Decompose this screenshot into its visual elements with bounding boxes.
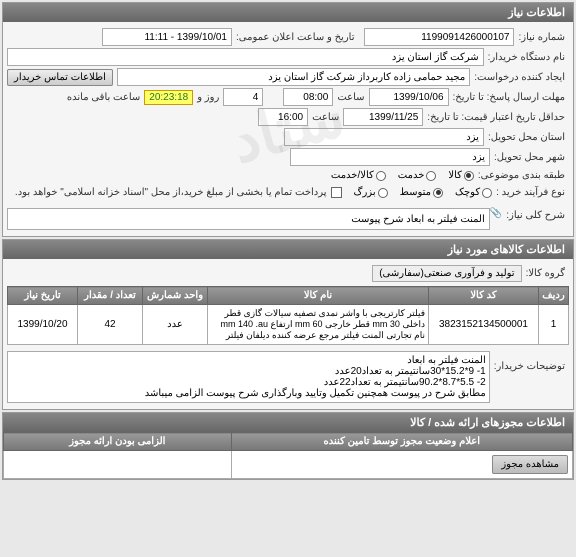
col-qty: تعداد / مقدار: [78, 287, 143, 305]
treasury-checkbox[interactable]: [331, 187, 342, 198]
cell-unit: عدد: [143, 305, 208, 345]
time-label-1: ساعت: [333, 90, 368, 105]
docs-header-row: اعلام وضعیت مجوز توسط تامین کننده الزامی…: [4, 433, 573, 451]
col-name: نام کالا: [208, 287, 429, 305]
delivery-province: یزد: [284, 128, 484, 146]
budget-radio-group: کالا خدمت کالا/خدمت: [331, 170, 474, 181]
remaining-label: ساعت باقی مانده: [63, 90, 144, 105]
price-time: 16:00: [258, 108, 308, 126]
budget-service-radio[interactable]: خدمت: [398, 170, 437, 181]
announce-label: تاریخ و ساعت اعلان عمومی:: [232, 30, 359, 45]
radio-icon: [426, 171, 436, 181]
col-code: کد کالا: [429, 287, 539, 305]
time-label-2: ساعت: [308, 110, 343, 125]
need-no-label: شماره نیاز:: [514, 30, 569, 45]
cell-code: 3823152134500001: [429, 305, 539, 345]
purchase-type-label: نوع فرآیند خرید :: [492, 185, 569, 200]
purchase-large-radio[interactable]: بزرگ: [354, 187, 388, 198]
price-deadline-label: حداقل تاریخ اعتبار قیمت: تا تاریخ:: [423, 110, 569, 125]
need-no-value: 1199091426000107: [364, 28, 514, 46]
reply-deadline-label: مهلت ارسال پاسخ: تا تاریخ:: [449, 90, 569, 105]
delivery-city-label: شهر محل تحویل:: [490, 150, 569, 165]
cell-date: 1399/10/20: [8, 305, 78, 345]
docs-row: مشاهده مجوز: [4, 451, 573, 479]
purchase-radio-group: کوچک متوسط بزرگ: [354, 187, 493, 198]
contact-buyer-button[interactable]: اطلاعات تماس خریدار: [7, 69, 113, 86]
view-license-button[interactable]: مشاهده مجوز: [492, 455, 568, 474]
announce-value: 1399/10/01 - 11:11: [102, 28, 232, 46]
price-date: 1399/11/25: [343, 108, 423, 126]
col-idx: ردیف: [539, 287, 569, 305]
cell-qty: 42: [78, 305, 143, 345]
reply-time: 08:00: [283, 88, 333, 106]
group-label: گروه کالا:: [522, 266, 569, 281]
docs-panel-body: اعلام وضعیت مجوز توسط تامین کننده الزامی…: [3, 432, 573, 479]
radio-label: کالا/خدمت: [331, 170, 374, 181]
radio-icon: [376, 171, 386, 181]
radio-label: متوسط: [400, 187, 431, 198]
docs-table: اعلام وضعیت مجوز توسط تامین کننده الزامی…: [3, 432, 573, 479]
purchase-medium-radio[interactable]: متوسط: [400, 187, 443, 198]
table-header-row: ردیف کد کالا نام کالا واحد شمارش تعداد /…: [8, 287, 569, 305]
goods-panel-header: اطلاعات کالاهای مورد نیاز: [3, 240, 573, 259]
buyer-label: نام دستگاه خریدار:: [484, 50, 569, 65]
radio-icon: [482, 188, 492, 198]
cell-name: فیلتر کارتریجی با واشر نمدی تصفیه سیالات…: [208, 305, 429, 345]
goods-panel: اطلاعات کالاهای مورد نیاز گروه کالا: تول…: [2, 239, 574, 410]
col-date: تاریخ نیاز: [8, 287, 78, 305]
creator-value: مجید حمامی زاده کاربرداز شرکت گاز استان …: [117, 68, 470, 86]
docs-panel-header: اطلاعات مجوزهای ارائه شده / کالا: [3, 413, 573, 432]
delivery-province-label: استان محل تحویل:: [484, 130, 569, 145]
countdown-timer: 20:23:18: [144, 90, 193, 105]
radio-label: خدمت: [398, 170, 425, 181]
general-desc-value: المنت فیلتر به ابعاد شرح پیوست: [7, 208, 490, 230]
budget-both-radio[interactable]: کالا/خدمت: [331, 170, 386, 181]
creator-label: ایجاد کننده درخواست:: [470, 70, 569, 85]
purchase-small-radio[interactable]: کوچک: [455, 187, 492, 198]
buyer-notes-value: المنت فیلتر به ابعاد 1- 9*15.2*30سانتیمت…: [7, 351, 490, 403]
delivery-city: یزد: [290, 148, 490, 166]
buyer-value: شرکت گاز استان یزد: [7, 48, 484, 66]
col-unit: واحد شمارش: [143, 287, 208, 305]
budget-goods-radio[interactable]: کالا: [448, 170, 474, 181]
info-panel-header: اطلاعات نیاز: [3, 3, 573, 22]
docs-panel: اطلاعات مجوزهای ارائه شده / کالا اعلام و…: [2, 412, 574, 480]
radio-icon: [378, 188, 388, 198]
goods-table: ردیف کد کالا نام کالا واحد شمارش تعداد /…: [7, 286, 569, 345]
info-panel-body: شماره نیاز: 1199091426000107 تاریخ و ساع…: [3, 22, 573, 236]
budget-label: طبقه بندی موضوعی:: [474, 168, 569, 183]
group-value: تولید و فرآوری صنعتی(سفارشی): [372, 265, 521, 282]
attachment-icon[interactable]: 📎: [490, 208, 502, 219]
goods-panel-body: گروه کالا: تولید و فرآوری صنعتی(سفارشی) …: [3, 259, 573, 409]
general-desc-label: شرح کلی نیاز:: [502, 208, 569, 223]
radio-label: کوچک: [455, 187, 480, 198]
radio-icon: [433, 188, 443, 198]
required-cell: [4, 451, 232, 479]
required-header: الزامی بودن ارائه مجوز: [4, 433, 232, 451]
days-remaining: 4: [223, 88, 263, 106]
info-panel: اطلاعات نیاز شماره نیاز: 119909142600010…: [2, 2, 574, 237]
radio-label: بزرگ: [354, 187, 376, 198]
reply-date: 1399/10/06: [369, 88, 449, 106]
radio-icon: [464, 171, 474, 181]
days-label: روز و: [193, 90, 223, 105]
radio-label: کالا: [448, 170, 462, 181]
cell-idx: 1: [539, 305, 569, 345]
payment-note: پرداخت تمام یا بخشی از مبلغ خرید،از محل …: [11, 185, 331, 200]
confirm-status-header: اعلام وضعیت مجوز توسط تامین کننده: [231, 433, 572, 451]
table-row[interactable]: 1 3823152134500001 فیلتر کارتریجی با واش…: [8, 305, 569, 345]
buyer-notes-label: توضیحات خریدار:: [490, 351, 569, 374]
